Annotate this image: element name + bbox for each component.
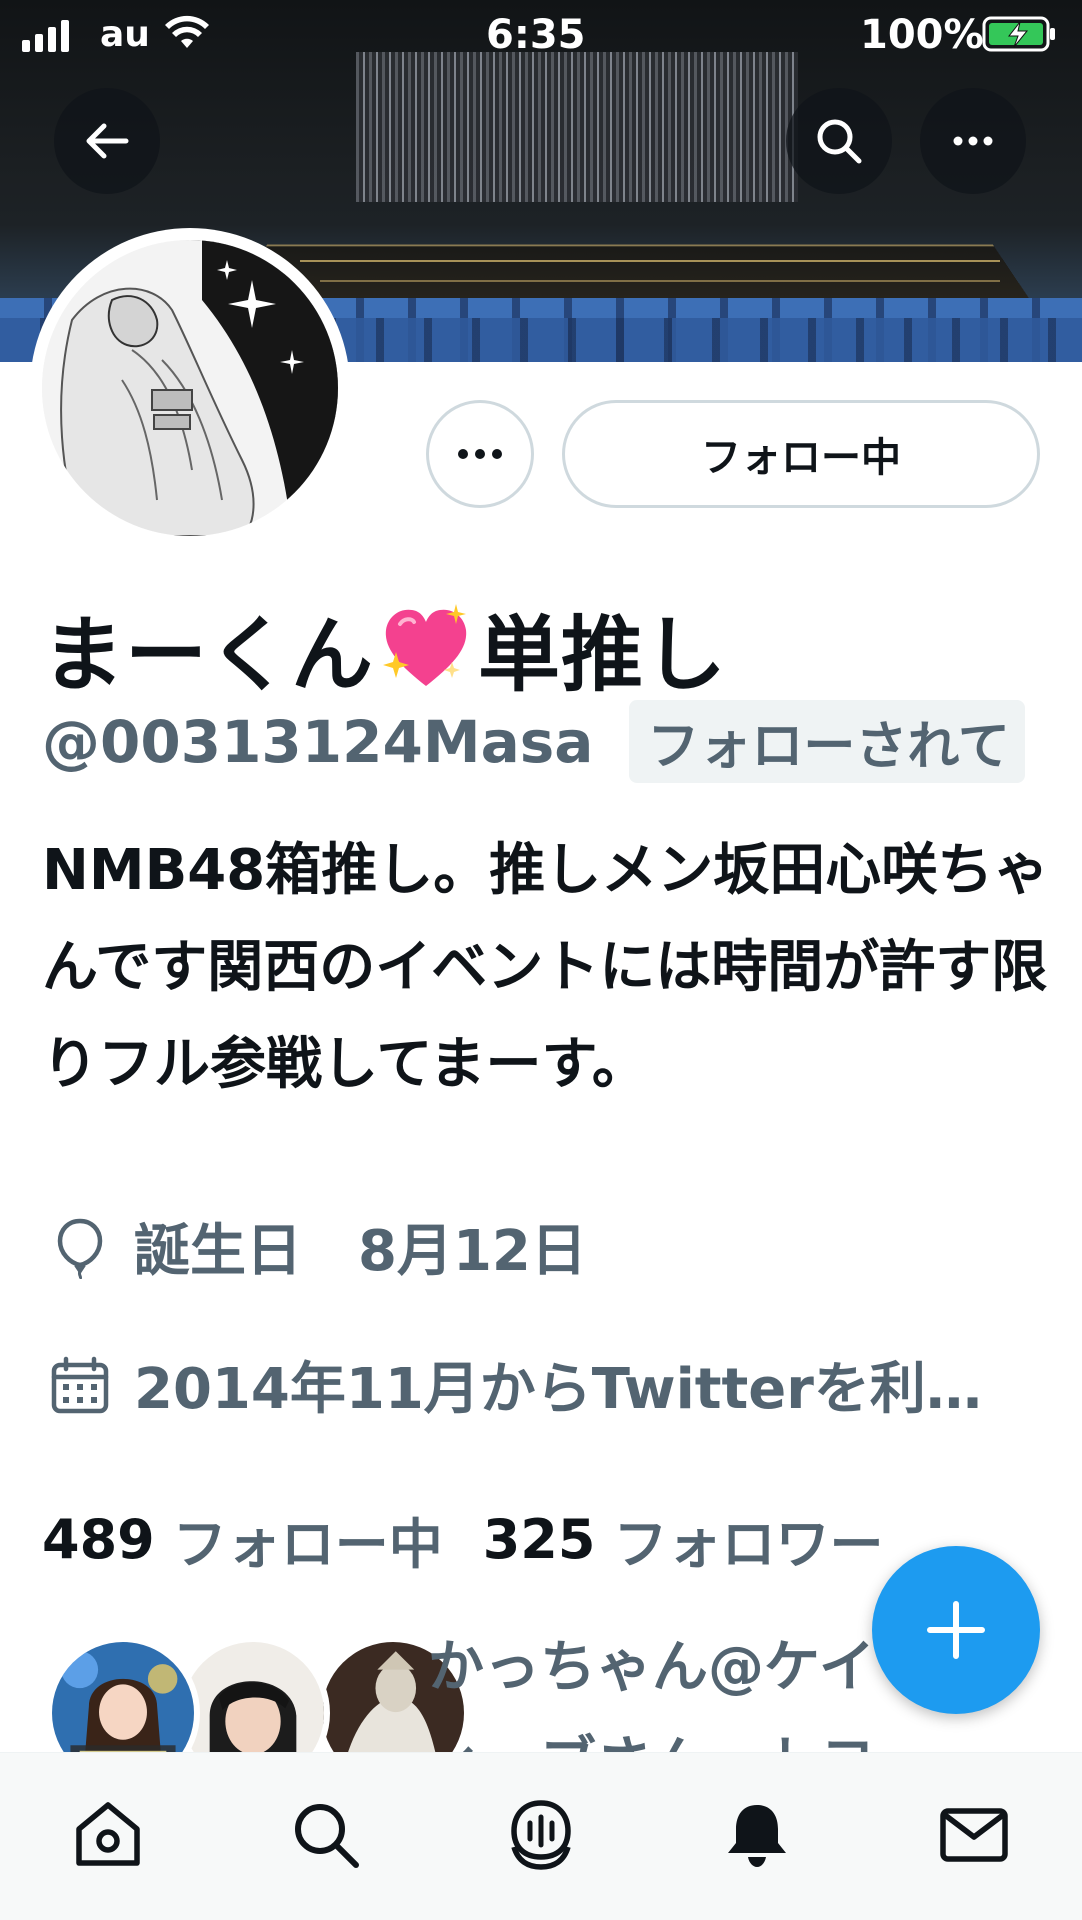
display-name-part: まーくん — [42, 608, 375, 703]
following-button[interactable]: フォロー中 — [562, 400, 1040, 508]
search-icon — [294, 1803, 359, 1868]
followers-you-know-line: かっちゃん@ケイ — [428, 1635, 875, 1700]
followers-count[interactable]: 325 — [483, 1508, 596, 1571]
banner-stage-screen — [356, 52, 798, 202]
more-icon — [458, 449, 502, 459]
joined-text: 2014年11月からTwitterを利… — [134, 1357, 982, 1422]
birthday-text: 誕生日 8月12日 — [134, 1219, 587, 1284]
nav-search[interactable] — [275, 1784, 375, 1884]
following-label[interactable]: フォロー中 — [173, 1500, 443, 1579]
joined-row: 2014年11月からTwitterを利… — [48, 1344, 982, 1425]
handle-row: @00313124Masa フォローされて — [42, 700, 1042, 783]
wifi-icon — [165, 15, 209, 48]
nav-spaces[interactable] — [491, 1784, 591, 1884]
nav-messages[interactable] — [924, 1784, 1024, 1884]
follow-counts: 489 フォロー中 325 フォロワー — [42, 1500, 923, 1579]
nav-home[interactable] — [58, 1784, 158, 1884]
spaces-icon — [511, 1799, 571, 1870]
battery-charging-icon — [982, 16, 1055, 52]
profile-bio: NMB48箱推し。推しメン坂田心咲ちゃんです関西のイベントには時間が許す限りフル… — [42, 838, 1050, 1097]
home-icon — [76, 1801, 140, 1866]
display-name: まーくん 単推し — [42, 588, 727, 707]
messages-icon — [940, 1807, 1008, 1862]
bottom-navigation — [0, 1752, 1082, 1920]
user-handle: @00313124Masa — [42, 707, 594, 776]
profile-more-button[interactable] — [426, 400, 534, 508]
plus-icon — [927, 1601, 985, 1659]
more-options-button[interactable] — [920, 88, 1026, 194]
status-time: 6:35 — [486, 12, 586, 58]
follows-you-badge: フォローされて — [629, 700, 1026, 783]
status-bar: au 6:35 100% — [0, 0, 1082, 70]
cellular-signal-icon — [22, 20, 69, 52]
back-arrow-icon — [86, 123, 129, 159]
carrier-label: au — [100, 14, 150, 55]
back-button[interactable] — [54, 88, 160, 194]
compose-tweet-button[interactable] — [872, 1546, 1040, 1714]
display-name-part: 単推し — [478, 608, 728, 703]
battery-percentage: 100% — [860, 12, 984, 58]
banner-stage-floor — [231, 244, 1029, 298]
avatar-image — [42, 240, 338, 536]
more-icon — [953, 136, 993, 146]
banner-stage-line — [320, 280, 1000, 282]
following-count[interactable]: 489 — [42, 1508, 155, 1571]
followers-label[interactable]: フォロワー — [613, 1500, 883, 1579]
nav-notifications[interactable] — [707, 1784, 807, 1884]
birthday-row: 誕生日 8月12日 — [48, 1206, 587, 1287]
banner-stage-line — [300, 260, 1000, 262]
calendar-icon — [51, 1356, 109, 1413]
search-icon — [817, 119, 862, 164]
notifications-icon — [728, 1804, 787, 1867]
profile-avatar[interactable] — [30, 228, 350, 548]
sparkling-heart-emoji — [383, 603, 467, 686]
balloon-icon — [57, 1218, 103, 1279]
search-button[interactable] — [786, 88, 892, 194]
